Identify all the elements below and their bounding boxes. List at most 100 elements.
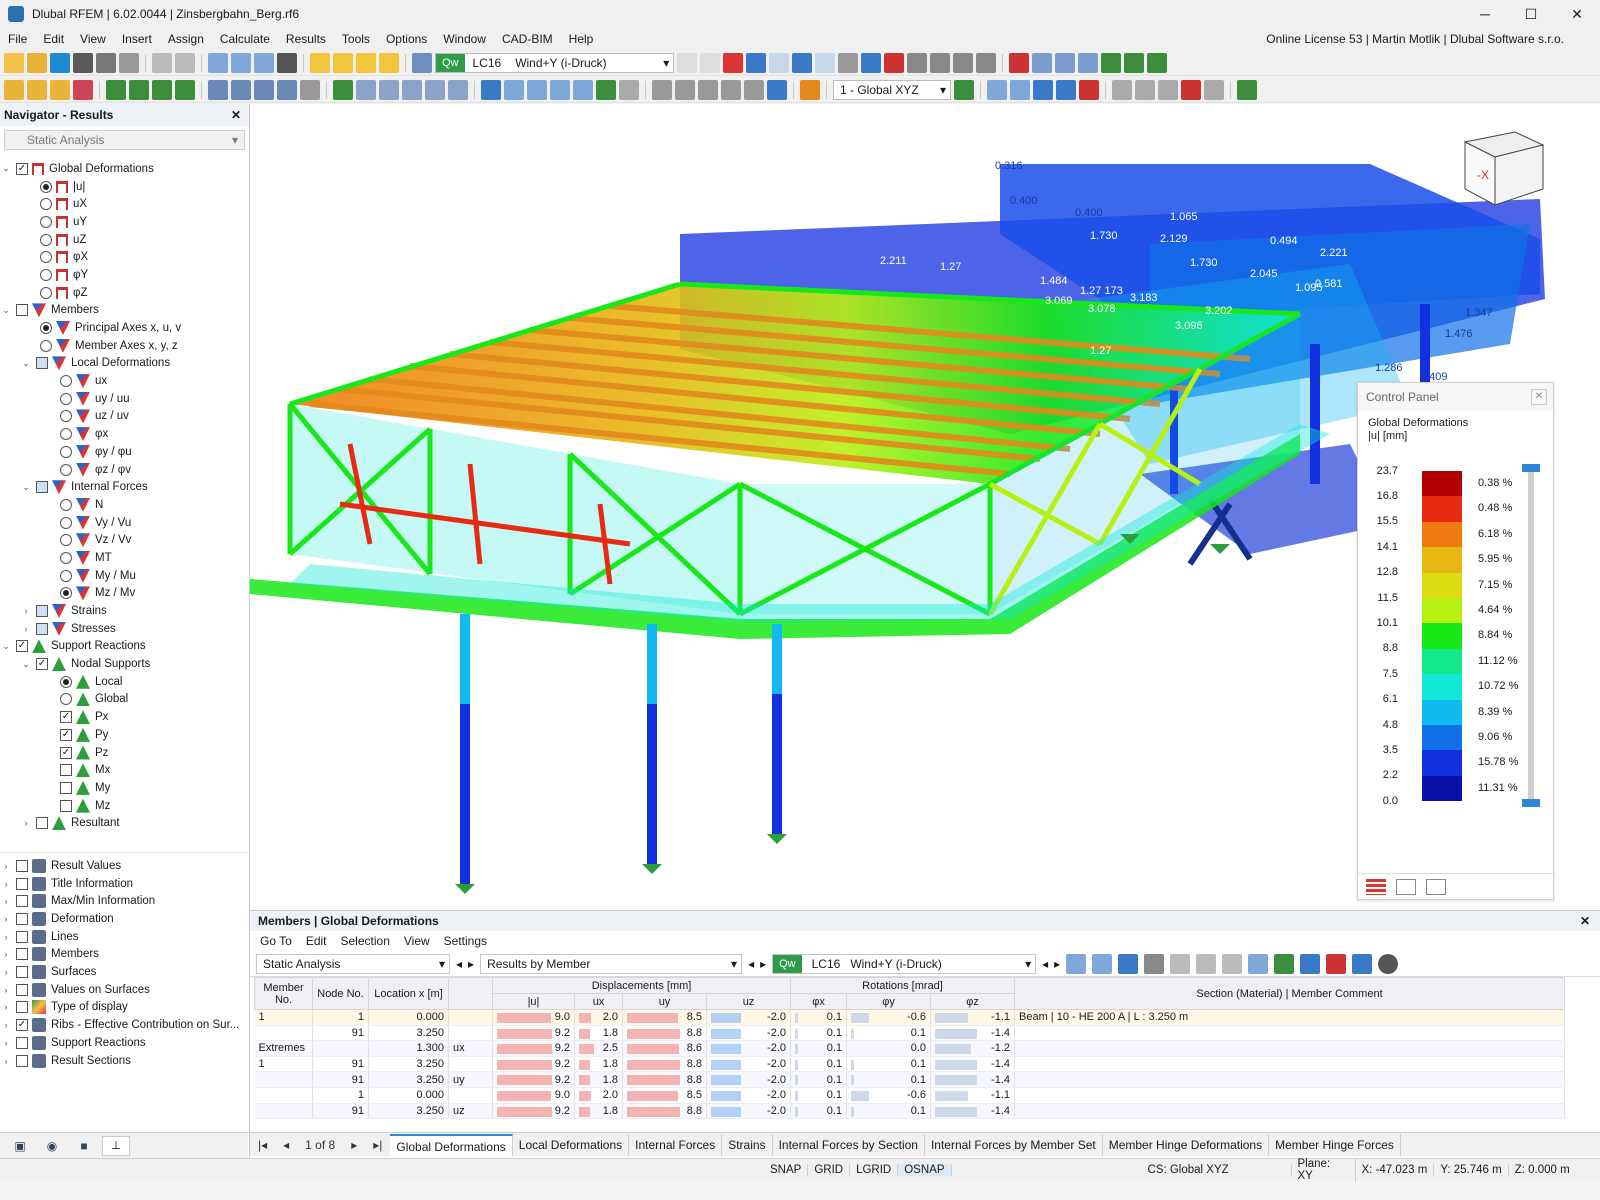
table-cell-u[interactable]: 9.2	[493, 1103, 575, 1119]
table-cell-sec[interactable]	[1015, 1041, 1565, 1057]
table-cell-u[interactable]: 9.2	[493, 1056, 575, 1072]
expand-icon[interactable]: ›	[0, 896, 12, 906]
table-cell-uy[interactable]: 8.8	[623, 1056, 707, 1072]
checkbox-checked[interactable]: ✓	[36, 658, 48, 670]
tree-local-deformations[interactable]: ⌄Local Deformations	[0, 355, 248, 373]
radio-selected[interactable]	[60, 587, 72, 599]
table-cell-member[interactable]	[255, 1103, 313, 1119]
menu-view[interactable]: View	[404, 934, 430, 948]
member-icon[interactable]	[50, 80, 70, 100]
table-cell-uy[interactable]: 8.8	[623, 1072, 707, 1088]
align3-icon[interactable]	[698, 80, 718, 100]
table-row[interactable]: 913.2509.21.88.8-2.00.10.1-1.4	[255, 1025, 1565, 1041]
tree-ns-my[interactable]: My	[0, 779, 248, 797]
table-cell-py[interactable]: 0.1	[847, 1056, 931, 1072]
table-cell-u[interactable]: 9.0	[493, 1010, 575, 1026]
radio[interactable]	[60, 517, 72, 529]
checkbox[interactable]	[16, 895, 28, 907]
tree-if-vz[interactable]: Vz / Vv	[0, 531, 248, 549]
render-icon[interactable]	[550, 80, 570, 100]
results-icon[interactable]	[356, 53, 376, 73]
guide-icon[interactable]	[402, 80, 422, 100]
color-scale-icon[interactable]	[1366, 879, 1386, 895]
tree-ns-mx[interactable]: Mx	[0, 761, 248, 779]
table-row[interactable]: 110.0009.02.08.5-2.00.1-0.6-1.1Beam | 10…	[255, 1010, 1565, 1026]
menu-goto[interactable]: Go To	[260, 934, 292, 948]
tab-internal-forces-by-member-set[interactable]: Internal Forces by Member Set	[925, 1134, 1103, 1156]
ucs-icon[interactable]	[954, 80, 974, 100]
tree-ld-phix[interactable]: φx	[0, 425, 248, 443]
measure-icon[interactable]	[425, 80, 445, 100]
expand-icon[interactable]: ›	[20, 624, 32, 634]
col-extreme[interactable]	[449, 978, 493, 1010]
table-cell-u[interactable]: 9.2	[493, 1072, 575, 1088]
tree-lines[interactable]: ›Lines	[0, 928, 248, 946]
radio[interactable]	[60, 410, 72, 422]
chart-icon[interactable]	[1248, 954, 1268, 974]
tree-principal-axes[interactable]: Principal Axes x, u, v	[0, 319, 248, 337]
table-cell-py[interactable]: 0.0	[847, 1041, 931, 1057]
menu-insert[interactable]: Insert	[114, 32, 160, 46]
col-phiz[interactable]: φz	[931, 994, 1015, 1010]
legend-range-slider[interactable]	[1528, 468, 1534, 803]
menu-options[interactable]: Options	[378, 32, 435, 46]
radio[interactable]	[40, 216, 52, 228]
tree-support-reactions-display[interactable]: ›Support Reactions	[0, 1034, 248, 1052]
relation-icon[interactable]	[1326, 954, 1346, 974]
table-cell-u[interactable]: 9.2	[493, 1025, 575, 1041]
checkbox-checked[interactable]: ✓	[16, 163, 28, 175]
table-cell-uz[interactable]: -2.0	[707, 1056, 791, 1072]
view-box-icon[interactable]	[1078, 53, 1098, 73]
collapse-icon[interactable]: ⌄	[20, 659, 32, 670]
tab-strains[interactable]: Strains	[722, 1134, 772, 1156]
expand-icon[interactable]: ›	[20, 606, 32, 616]
radio-selected[interactable]	[60, 676, 72, 688]
table-cell-u[interactable]: 9.0	[493, 1087, 575, 1103]
table-cell-pz[interactable]: -1.4	[931, 1072, 1015, 1088]
results-mode-dropdown[interactable]: Results by Member▾	[480, 954, 742, 974]
clip-icon[interactable]	[448, 80, 468, 100]
mirror-icon[interactable]	[1135, 80, 1155, 100]
tree-ux[interactable]: uX	[0, 195, 248, 213]
data-nav-icon[interactable]: ▣	[6, 1136, 34, 1156]
radio[interactable]	[60, 693, 72, 705]
menu-assign[interactable]: Assign	[160, 32, 212, 46]
table-cell-member[interactable]	[255, 1087, 313, 1103]
view-icon[interactable]	[208, 53, 228, 73]
radio[interactable]	[40, 234, 52, 246]
load-case-selector[interactable]: Qw LC16 Wind+Y (i-Druck) ▾	[435, 53, 674, 73]
tree-ribs[interactable]: ›✓Ribs - Effective Contribution on Sur..…	[0, 1016, 248, 1034]
expand-icon[interactable]: ›	[0, 1056, 12, 1066]
tree-nodal-supports[interactable]: ⌄✓Nodal Supports	[0, 655, 248, 673]
table-cell-ux[interactable]: 1.8	[575, 1103, 623, 1119]
table-cell-node[interactable]: 91	[313, 1056, 369, 1072]
table-cell-loc[interactable]: 3.250	[369, 1025, 449, 1041]
radio[interactable]	[60, 393, 72, 405]
tree-member-axes[interactable]: Member Axes x, y, z	[0, 337, 248, 355]
checkbox[interactable]	[16, 948, 28, 960]
table-cell-loc[interactable]: 3.250	[369, 1103, 449, 1119]
tree-ns-local[interactable]: Local	[0, 673, 248, 691]
tree-if-mt[interactable]: MT	[0, 549, 248, 567]
save-icon[interactable]	[73, 53, 93, 73]
table-row[interactable]: 10.0009.02.08.5-2.00.1-0.6-1.1	[255, 1087, 1565, 1103]
help-icon[interactable]	[1378, 954, 1398, 974]
cancel-icon[interactable]	[1181, 80, 1201, 100]
tree-ld-uy[interactable]: uy / uu	[0, 390, 248, 408]
optimize-icon[interactable]	[379, 53, 399, 73]
tree-members[interactable]: ⌄Members	[0, 302, 248, 320]
nodes-view-icon[interactable]	[1010, 80, 1030, 100]
table-cell-ux[interactable]: 1.8	[575, 1056, 623, 1072]
table-cell-pz[interactable]: -1.1	[931, 1087, 1015, 1103]
radio-selected[interactable]	[40, 181, 52, 193]
tree-maxmin-information[interactable]: ›Max/Min Information	[0, 893, 248, 911]
checkbox[interactable]	[16, 1037, 28, 1049]
grid-toggle[interactable]: GRID	[808, 1164, 850, 1176]
checkbox[interactable]	[16, 1001, 28, 1013]
tree-ns-pz[interactable]: ✓Pz	[0, 744, 248, 762]
set-icon[interactable]	[277, 80, 297, 100]
menu-calculate[interactable]: Calculate	[212, 32, 278, 46]
radio[interactable]	[40, 251, 52, 263]
tree-stresses[interactable]: ›Stresses	[0, 620, 248, 638]
calculate-all-icon[interactable]	[333, 53, 353, 73]
